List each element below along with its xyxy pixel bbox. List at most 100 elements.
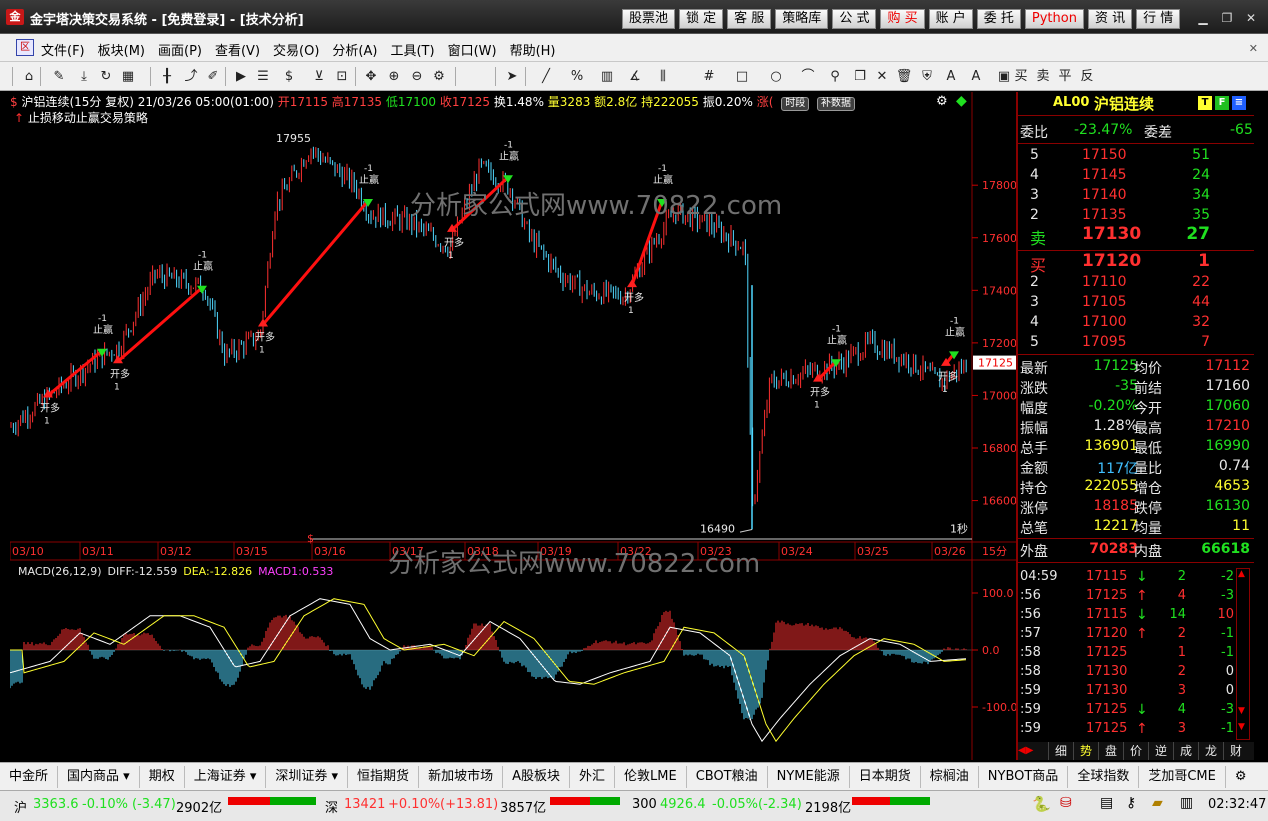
- top-button-8[interactable]: Python: [1024, 9, 1084, 29]
- mdi-close-icon[interactable]: ✕: [1249, 42, 1258, 55]
- link-icon[interactable]: ⚲: [826, 67, 844, 86]
- gear-icon[interactable]: ⚙: [936, 94, 948, 109]
- save-icon[interactable]: ▣: [995, 67, 1013, 86]
- text-icon[interactable]: A: [942, 67, 960, 86]
- candlestick-icon[interactable]: ╂: [158, 67, 176, 86]
- top-button-7[interactable]: 委 托: [976, 9, 1021, 29]
- top-button-6[interactable]: 账 户: [928, 9, 973, 29]
- line-tool-icon[interactable]: ╱: [537, 67, 555, 86]
- ticket-icon[interactable]: ▰: [1152, 795, 1163, 811]
- circle-icon[interactable]: ○: [767, 67, 785, 86]
- menu-item-7[interactable]: 窗口(W): [448, 40, 497, 59]
- zoom-in-icon[interactable]: ⊕: [385, 67, 403, 86]
- top-button-9[interactable]: 资 讯: [1087, 9, 1133, 29]
- f-icon[interactable]: F: [1215, 96, 1229, 110]
- zoom-out-icon[interactable]: ⊖: [408, 67, 426, 86]
- market-tab-16[interactable]: 芝加哥CME: [1139, 765, 1226, 788]
- market-tab-12[interactable]: 日本期货: [850, 765, 921, 788]
- grid-layout-icon[interactable]: ▦: [119, 67, 137, 86]
- color-icon[interactable]: A: [967, 67, 985, 86]
- menu-item-2[interactable]: 画面(P): [158, 40, 202, 59]
- lock-icon[interactable]: ⛨: [918, 67, 936, 86]
- trade-button-1[interactable]: 卖: [1034, 67, 1052, 86]
- delete-icon[interactable]: ✕: [873, 67, 891, 86]
- zoom-fit-icon[interactable]: ⊡: [333, 67, 351, 86]
- market-tab-9[interactable]: 伦敦LME: [615, 765, 687, 788]
- home-icon[interactable]: ⌂: [20, 67, 38, 86]
- market-tab-0[interactable]: 中金所: [0, 765, 59, 788]
- edit-icon[interactable]: ✐: [204, 67, 222, 86]
- menu-item-4[interactable]: 交易(O): [273, 40, 319, 59]
- market-tab-3[interactable]: 上海证券 ▾: [185, 765, 267, 788]
- top-button-4[interactable]: 公 式: [832, 9, 877, 29]
- cursor-icon[interactable]: ➤: [503, 67, 521, 86]
- top-button-3[interactable]: 策略库: [775, 9, 829, 29]
- panel-tab-2[interactable]: 盘: [1098, 742, 1123, 760]
- panel-tab-1[interactable]: 势: [1073, 742, 1098, 760]
- notebook-icon[interactable]: ▤: [1100, 795, 1113, 811]
- python-icon[interactable]: 🐍: [1032, 795, 1051, 813]
- market-tab-13[interactable]: 棕榈油: [921, 765, 979, 788]
- menu-item-6[interactable]: 工具(T): [390, 40, 434, 59]
- tab-nav-icon[interactable]: ◀▶: [1018, 742, 1048, 760]
- restore-icon[interactable]: ❐: [1216, 9, 1238, 27]
- trade-button-0[interactable]: 买: [1012, 67, 1030, 86]
- dollar-icon[interactable]: $: [280, 67, 298, 86]
- panel-tab-7[interactable]: 财: [1223, 742, 1248, 760]
- panel-tab-5[interactable]: 成: [1173, 742, 1198, 760]
- diamond-icon[interactable]: ◆: [956, 93, 967, 109]
- move-icon[interactable]: ✥: [362, 67, 380, 86]
- menu-item-0[interactable]: 文件(F): [41, 40, 85, 59]
- percent-icon[interactable]: %: [568, 67, 586, 86]
- market-tab-10[interactable]: CBOT粮油: [687, 765, 768, 788]
- trade-button-3[interactable]: 反: [1078, 67, 1096, 86]
- top-button-2[interactable]: 客 服: [727, 9, 772, 29]
- top-button-0[interactable]: 股票池: [622, 9, 676, 29]
- hash-icon[interactable]: #: [700, 67, 718, 86]
- market-tab-8[interactable]: 外汇: [570, 765, 615, 788]
- top-button-10[interactable]: 行 情: [1136, 9, 1181, 29]
- arc-icon[interactable]: ⌒: [799, 67, 817, 86]
- top-button-5[interactable]: 购 买: [880, 9, 925, 29]
- market-tab-14[interactable]: NYBOT商品: [979, 765, 1069, 788]
- key-icon[interactable]: ⚷: [1126, 795, 1136, 811]
- panel-tab-3[interactable]: 价: [1123, 742, 1148, 760]
- t-icon[interactable]: T: [1198, 96, 1212, 110]
- copy-icon[interactable]: ❐: [851, 67, 869, 86]
- menu-icon[interactable]: ≡: [1232, 96, 1246, 110]
- price-chart-svg[interactable]: 17800 17600 17400 17200 17000 16800 16600 17125…: [10, 92, 1016, 760]
- menu-item-8[interactable]: 帮助(H): [510, 40, 556, 59]
- network-icon[interactable]: ▥: [1180, 795, 1193, 811]
- scroll-down-icon[interactable]: ▼: [1238, 722, 1245, 732]
- bars-icon[interactable]: ▥: [598, 67, 616, 86]
- market-tab-1[interactable]: 国内商品 ▾: [58, 765, 140, 788]
- scroll-up-icon[interactable]: ▲: [1238, 569, 1245, 579]
- scroll-down-icon[interactable]: ▼: [1238, 706, 1245, 716]
- angle-icon[interactable]: ∡: [626, 67, 644, 86]
- list-icon[interactable]: ☰: [254, 67, 272, 86]
- trade-button-2[interactable]: 平: [1056, 67, 1074, 86]
- menu-item-3[interactable]: 查看(V): [215, 40, 260, 59]
- trend-up-icon[interactable]: ⤴: [182, 67, 200, 86]
- channel-icon[interactable]: ⫼: [654, 67, 672, 86]
- gear-icon[interactable]: ⚙: [1226, 766, 1256, 788]
- pen-draw-icon[interactable]: ✎: [50, 67, 68, 86]
- market-tab-2[interactable]: 期权: [140, 765, 185, 788]
- market-tab-15[interactable]: 全球指数: [1068, 765, 1140, 788]
- settings-icon[interactable]: ⚙: [430, 67, 448, 86]
- trash-icon[interactable]: 🗑: [895, 67, 913, 86]
- close-icon[interactable]: ✕: [1240, 9, 1262, 27]
- market-tab-4[interactable]: 深圳证券 ▾: [266, 765, 349, 788]
- market-tab-6[interactable]: 新加坡市场: [419, 765, 504, 788]
- panel-tab-4[interactable]: 逆: [1148, 742, 1173, 760]
- download-icon[interactable]: ⤓: [75, 67, 93, 86]
- menu-item-5[interactable]: 分析(A): [332, 40, 377, 59]
- play-icon[interactable]: ▶: [232, 67, 250, 86]
- database-icon[interactable]: ⛁: [1060, 795, 1072, 811]
- menu-item-1[interactable]: 板块(M): [98, 40, 145, 59]
- document-icon[interactable]: 区: [16, 39, 34, 56]
- rect-icon[interactable]: □: [733, 67, 751, 86]
- filter-icon[interactable]: ⊻: [310, 67, 328, 86]
- panel-tab-0[interactable]: 细: [1048, 742, 1073, 760]
- tick-scrollbar[interactable]: ▲ ▼ ▼: [1236, 568, 1250, 740]
